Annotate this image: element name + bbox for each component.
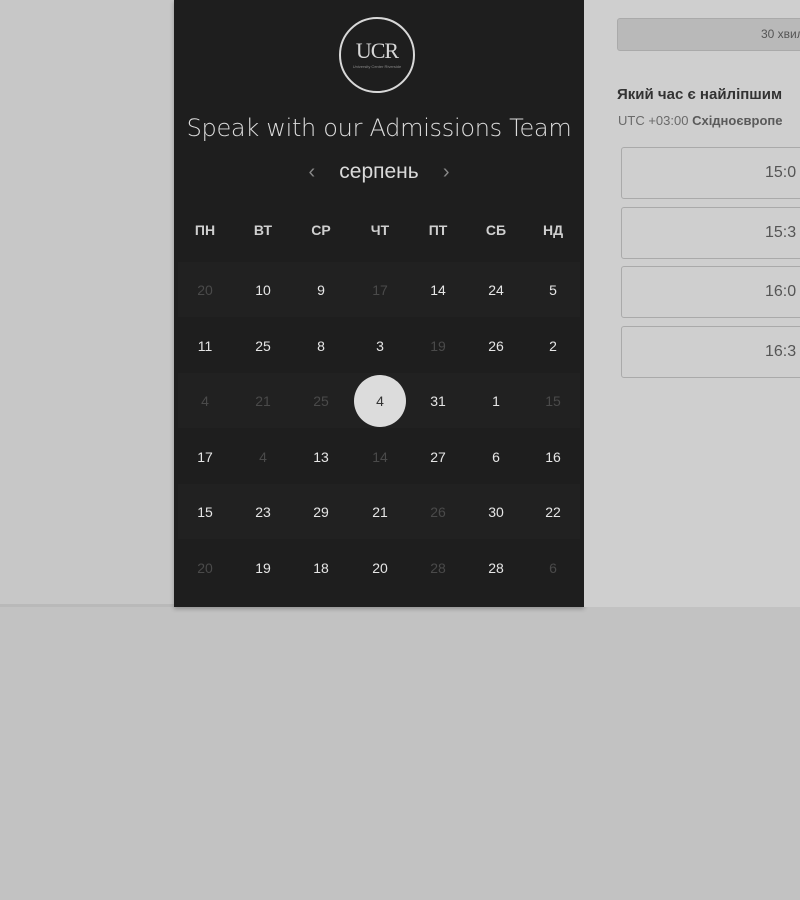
weekday-label: НД xyxy=(542,222,564,238)
calendar-day[interactable]: 18 xyxy=(295,542,347,594)
ucr-logo: UCR University Center Riverside xyxy=(339,17,415,93)
time-slot-label: 15:0 xyxy=(765,164,797,181)
weekday-label: ВТ xyxy=(253,222,273,238)
calendar-day[interactable]: 6 xyxy=(470,431,522,483)
calendar-day[interactable]: 8 xyxy=(295,320,347,372)
calendar-day[interactable]: 22 xyxy=(527,486,579,538)
duration-selector[interactable]: 30 хвил xyxy=(617,18,800,51)
calendar-day: 21 xyxy=(255,393,271,410)
calendar-week-row: 20 10 9 17 14 24 5 xyxy=(178,262,580,317)
calendar-day: 17 xyxy=(372,282,388,298)
calendar-day: 14 xyxy=(372,448,388,465)
calendar-day[interactable]: 31 xyxy=(412,375,464,427)
calendar-day-selected[interactable]: 4 xyxy=(354,375,406,428)
calendar-day[interactable]: 2 xyxy=(527,320,579,372)
time-slot-button[interactable]: 16:3 xyxy=(621,325,800,378)
calendar-day: 28 xyxy=(430,560,446,576)
calendar-day: 20 xyxy=(197,560,213,576)
calendar-day[interactable]: 3 xyxy=(354,320,406,372)
timezone-name: Східноєвропе xyxy=(692,113,783,128)
calendar-day: 4 xyxy=(201,393,209,410)
calendar-day[interactable]: 23 xyxy=(237,486,289,538)
time-question: Який час є найліпшим xyxy=(617,86,783,103)
calendar-day: 19 xyxy=(430,337,446,354)
calendar-day: 6 xyxy=(549,560,557,576)
page-title: Speak with our Admissions Team xyxy=(186,114,572,142)
time-slot-button[interactable]: 15:0 xyxy=(621,147,800,199)
calendar-day: 15 xyxy=(545,393,561,410)
calendar-day: 26 xyxy=(430,504,446,521)
calendar-day[interactable]: 27 xyxy=(412,431,464,483)
calendar-day[interactable]: 13 xyxy=(295,431,347,483)
calendar-day[interactable]: 10 xyxy=(237,264,289,316)
calendar-day[interactable]: 9 xyxy=(295,264,347,316)
calendar-grid: 20 10 9 17 14 24 5 11 25 8 3 19 26 2 4 21 25 4 31 1 15 17 4 13 1… xyxy=(178,262,580,607)
calendar-day[interactable]: 16 xyxy=(527,431,579,483)
calendar-day[interactable]: 14 xyxy=(412,264,464,316)
logo-subtitle: University Center Riverside xyxy=(352,64,402,69)
calendar-day: 20 xyxy=(197,282,213,298)
time-slot-label: 16:3 xyxy=(765,342,797,360)
calendar-week-row: 17 4 13 14 27 6 16 xyxy=(178,429,580,484)
calendar-day[interactable]: 1 xyxy=(470,375,522,427)
calendar-day[interactable]: 19 xyxy=(237,542,289,594)
calendar-week-row: 4 21 25 4 31 1 15 xyxy=(178,373,580,429)
calendar-day[interactable]: 29 xyxy=(295,486,347,538)
calendar-day[interactable]: 20 xyxy=(354,542,406,594)
weekday-label: ЧТ xyxy=(370,222,390,238)
chevron-left-icon[interactable]: ‹ xyxy=(301,161,323,184)
calendar-day[interactable]: 24 xyxy=(470,264,522,316)
timezone-offset: UTC +03:00 xyxy=(618,113,689,128)
time-slot-button[interactable]: 16:0 xyxy=(621,266,800,318)
weekday-label: ПТ xyxy=(428,222,448,238)
calendar-week-row: 11 25 8 3 19 26 2 xyxy=(178,318,580,373)
calendar-day[interactable]: 5 xyxy=(527,264,579,316)
time-picker-panel: 30 хвил Який час є найліпшим UTC +03:00 … xyxy=(584,0,800,607)
time-slot-label: 15:3 xyxy=(765,223,797,241)
month-navigator: ‹ серпень › xyxy=(174,160,584,192)
calendar-day[interactable]: 11 xyxy=(179,320,231,372)
chevron-right-icon[interactable]: › xyxy=(435,161,457,184)
time-slot-label: 16:0 xyxy=(765,283,797,300)
calendar-panel: UCR University Center Riverside Speak wi… xyxy=(174,0,584,607)
weekday-label: СБ xyxy=(485,222,507,238)
header-edge xyxy=(617,0,800,2)
calendar-week-row: 15 23 29 21 26 30 22 xyxy=(178,484,580,540)
calendar-day: 25 xyxy=(313,393,329,410)
calendar-week-row: 20 19 18 20 28 28 6 xyxy=(178,540,580,595)
timezone-label[interactable]: UTC +03:00 Східноєвропе xyxy=(618,113,783,128)
calendar-day[interactable]: 25 xyxy=(237,320,289,372)
logo-text: UCR xyxy=(355,38,399,63)
calendar-day[interactable]: 17 xyxy=(179,431,231,483)
month-label: серпень xyxy=(339,160,419,183)
time-slot-button[interactable]: 15:3 xyxy=(621,206,800,259)
calendar-day[interactable]: 30 xyxy=(470,486,522,538)
calendar-day: 4 xyxy=(259,448,267,465)
weekday-label: ПН xyxy=(194,222,216,238)
weekday-label: СР xyxy=(311,222,331,238)
calendar-day[interactable]: 28 xyxy=(470,542,522,594)
calendar-day[interactable]: 21 xyxy=(354,486,406,538)
duration-label: 30 хвил xyxy=(761,27,800,41)
calendar-day[interactable]: 26 xyxy=(470,320,522,372)
weekday-header: ПН ВТ СР ЧТ ПТ СБ НД xyxy=(174,222,584,242)
calendar-day[interactable]: 15 xyxy=(179,486,231,538)
